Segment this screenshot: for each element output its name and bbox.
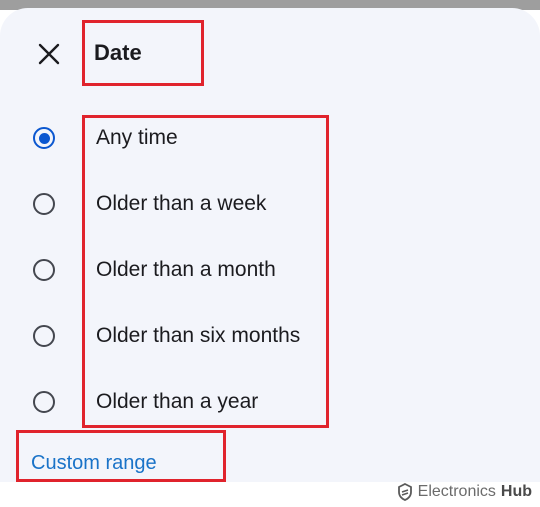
watermark-suffix: Hub <box>500 483 532 500</box>
radio-unselected-icon[interactable] <box>33 391 55 413</box>
options-highlight-box <box>82 115 329 428</box>
close-icon <box>38 43 60 65</box>
radio-unselected-icon[interactable] <box>33 325 55 347</box>
close-button[interactable] <box>34 39 64 69</box>
electronics-hub-logo-icon <box>397 483 412 501</box>
radio-unselected-icon[interactable] <box>33 193 55 215</box>
title-highlight-box <box>82 20 204 86</box>
custom-range-highlight-box <box>16 430 226 482</box>
radio-unselected-icon[interactable] <box>33 259 55 281</box>
watermark: Electronics Hub <box>397 483 532 501</box>
watermark-brand: Electronics <box>417 483 496 500</box>
radio-selected-icon[interactable] <box>33 127 55 149</box>
